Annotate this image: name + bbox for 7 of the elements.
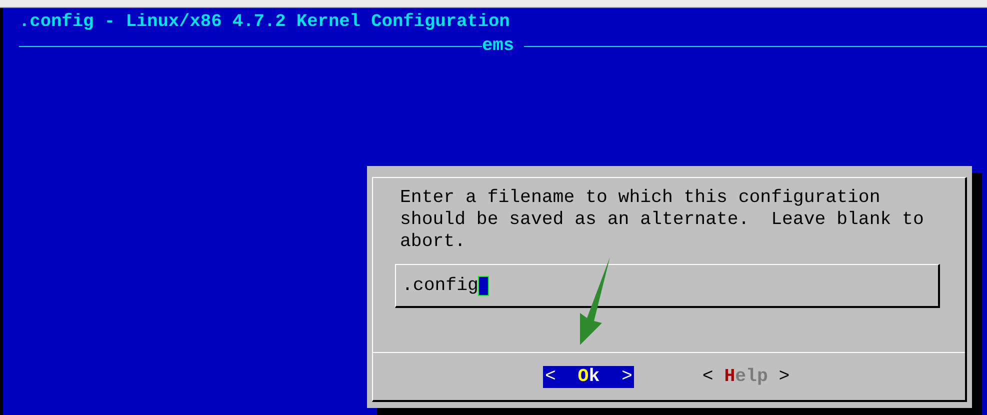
dialog-button[interactable]: < Help > bbox=[700, 366, 792, 388]
dialog-button[interactable]: < Ok > bbox=[543, 366, 634, 388]
dialog-message: Enter a filename to which this configuration should be saved as an alternate. Leave blank to abort. bbox=[399, 187, 925, 253]
filename-field[interactable]: .config bbox=[395, 264, 940, 308]
window-title: .config - Linux/x86 4.7.2 Kernel Configuration bbox=[19, 12, 511, 32]
text-cursor bbox=[478, 276, 490, 296]
menu-subtitle: ems bbox=[482, 36, 516, 56]
